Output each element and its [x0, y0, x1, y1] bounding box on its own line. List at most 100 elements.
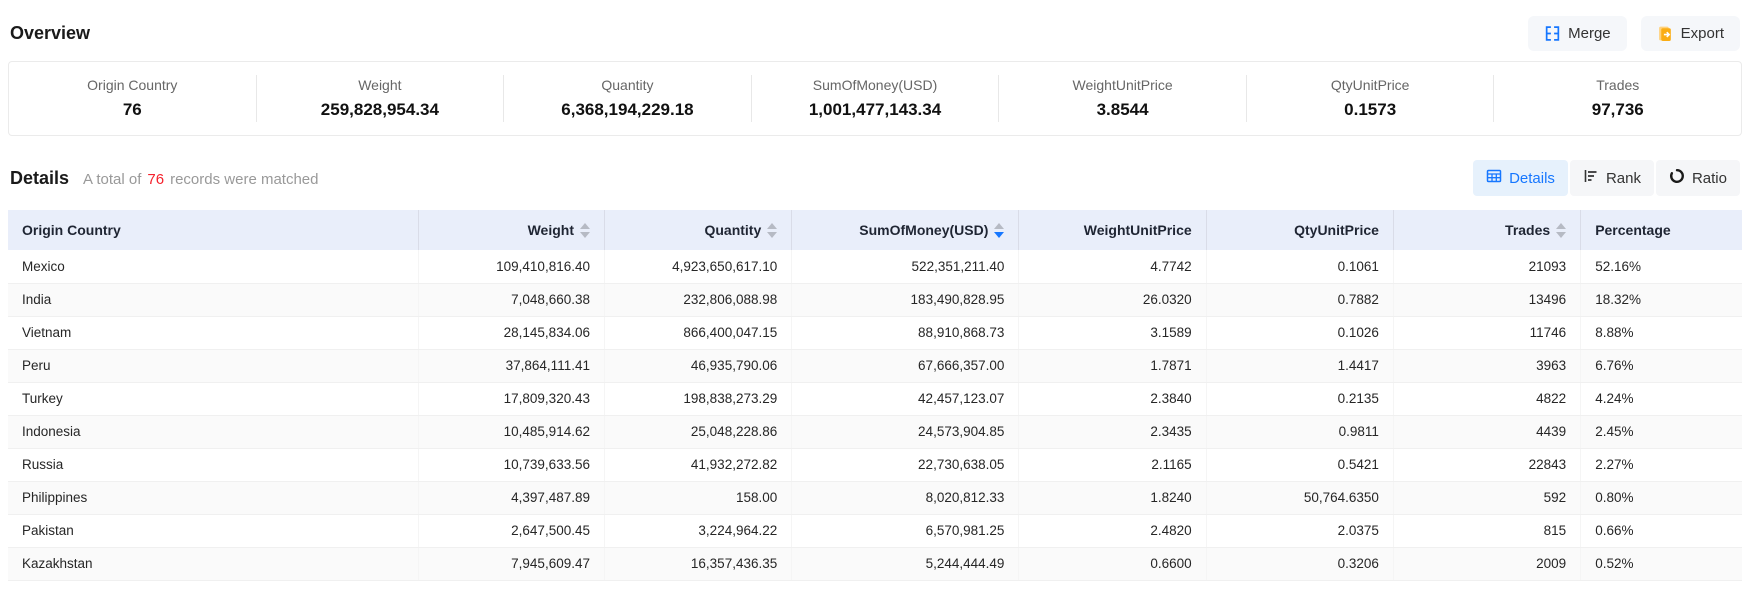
details-table: Origin CountryWeight Quantity SumOfMoney(U… — [8, 210, 1742, 581]
summary-item: Weight 259,828,954.34 — [256, 75, 504, 122]
column-header-sum-of-money-usd[interactable]: SumOfMoney(USD) — [792, 210, 1019, 250]
cell-percentage: 4.24% — [1581, 382, 1742, 415]
column-header-origin-country: Origin Country — [8, 210, 419, 250]
cell-qty-unit-price: 0.7882 — [1206, 283, 1393, 316]
cell-origin-country: Turkey — [8, 382, 419, 415]
view-button-ratio[interactable]: Ratio — [1656, 160, 1740, 196]
cell-weight-unit-price: 2.4820 — [1019, 514, 1206, 547]
cell-qty-unit-price: 2.0375 — [1206, 514, 1393, 547]
sort-caret-icon[interactable] — [580, 223, 590, 238]
column-header-quantity[interactable]: Quantity — [604, 210, 791, 250]
details-subtitle-prefix: A total of — [83, 171, 141, 188]
cell-origin-country: India — [8, 283, 419, 316]
column-label: Percentage — [1595, 222, 1670, 238]
table-row: India7,048,660.38232,806,088.98183,490,8… — [8, 283, 1742, 316]
cell-origin-country: Pakistan — [8, 514, 419, 547]
cell-quantity: 232,806,088.98 — [604, 283, 791, 316]
merge-button-label: Merge — [1568, 25, 1611, 42]
cell-qty-unit-price: 0.9811 — [1206, 415, 1393, 448]
details-subtitle-suffix: records were matched — [170, 171, 318, 188]
sort-caret-icon[interactable] — [1556, 223, 1566, 238]
column-header-weight[interactable]: Weight — [419, 210, 605, 250]
cell-quantity: 16,357,436.35 — [604, 547, 791, 580]
column-header-weight-unit-price: WeightUnitPrice — [1019, 210, 1206, 250]
view-button-ratio-label: Ratio — [1692, 170, 1727, 187]
cell-percentage: 0.52% — [1581, 547, 1742, 580]
cell-sum-of-money-usd: 67,666,357.00 — [792, 349, 1019, 382]
pie-chart-icon — [1669, 168, 1685, 188]
cell-origin-country: Mexico — [8, 250, 419, 283]
page-root: Overview Merge — [0, 0, 1750, 581]
summary-item-value: 97,736 — [1504, 100, 1731, 120]
cell-quantity: 25,048,228.86 — [604, 415, 791, 448]
export-button-label: Export — [1681, 25, 1724, 42]
cell-origin-country: Kazakhstan — [8, 547, 419, 580]
cell-trades: 11746 — [1393, 316, 1580, 349]
cell-weight-unit-price: 2.3840 — [1019, 382, 1206, 415]
summary-item-value: 0.1573 — [1257, 100, 1484, 120]
sort-caret-icon[interactable] — [994, 223, 1004, 238]
cell-trades: 21093 — [1393, 250, 1580, 283]
cell-trades: 22843 — [1393, 448, 1580, 481]
cell-qty-unit-price: 50,764.6350 — [1206, 481, 1393, 514]
summary-item: QtyUnitPrice 0.1573 — [1246, 75, 1494, 122]
cell-trades: 4822 — [1393, 382, 1580, 415]
column-label: QtyUnitPrice — [1294, 222, 1379, 238]
toolbar: Merge Export — [1528, 16, 1740, 51]
table-row: Peru37,864,111.4146,935,790.0667,666,357… — [8, 349, 1742, 382]
column-label: SumOfMoney(USD) — [859, 222, 988, 238]
record-count: 76 — [141, 171, 170, 188]
export-icon — [1657, 25, 1674, 42]
cell-trades: 592 — [1393, 481, 1580, 514]
cell-trades: 2009 — [1393, 547, 1580, 580]
cell-percentage: 8.88% — [1581, 316, 1742, 349]
column-header-qty-unit-price: QtyUnitPrice — [1206, 210, 1393, 250]
page-title: Overview — [10, 23, 90, 44]
cell-weight-unit-price: 4.7742 — [1019, 250, 1206, 283]
merge-icon — [1544, 25, 1561, 42]
table-header-row: Origin CountryWeight Quantity SumOfMoney(U… — [8, 210, 1742, 250]
view-button-rank[interactable]: Rank — [1570, 160, 1654, 196]
cell-weight-unit-price: 3.1589 — [1019, 316, 1206, 349]
table-row: Philippines4,397,487.89158.008,020,812.3… — [8, 481, 1742, 514]
summary-item-label: WeightUnitPrice — [1009, 77, 1236, 93]
table-row: Pakistan2,647,500.453,224,964.226,570,98… — [8, 514, 1742, 547]
cell-weight-unit-price: 1.7871 — [1019, 349, 1206, 382]
column-label: Trades — [1505, 222, 1550, 238]
summary-item: Origin Country 76 — [9, 75, 256, 122]
table-row: Kazakhstan7,945,609.4716,357,436.355,244… — [8, 547, 1742, 580]
summary-item-label: Weight — [267, 77, 494, 93]
cell-origin-country: Vietnam — [8, 316, 419, 349]
summary-item-value: 259,828,954.34 — [267, 100, 494, 120]
cell-percentage: 2.27% — [1581, 448, 1742, 481]
cell-qty-unit-price: 0.1026 — [1206, 316, 1393, 349]
cell-weight: 28,145,834.06 — [419, 316, 605, 349]
sort-caret-icon[interactable] — [767, 223, 777, 238]
cell-weight-unit-price: 0.6600 — [1019, 547, 1206, 580]
cell-trades: 815 — [1393, 514, 1580, 547]
table-body: Mexico109,410,816.404,923,650,617.10522,… — [8, 250, 1742, 580]
summary-item-label: Trades — [1504, 77, 1731, 93]
cell-qty-unit-price: 0.5421 — [1206, 448, 1393, 481]
cell-trades: 3963 — [1393, 349, 1580, 382]
cell-weight-unit-price: 1.8240 — [1019, 481, 1206, 514]
cell-sum-of-money-usd: 8,020,812.33 — [792, 481, 1019, 514]
cell-qty-unit-price: 0.3206 — [1206, 547, 1393, 580]
cell-percentage: 18.32% — [1581, 283, 1742, 316]
summary-item-value: 1,001,477,143.34 — [762, 100, 989, 120]
merge-button[interactable]: Merge — [1528, 16, 1627, 51]
cell-trades: 4439 — [1393, 415, 1580, 448]
view-button-details[interactable]: Details — [1473, 160, 1568, 196]
cell-qty-unit-price: 1.4417 — [1206, 349, 1393, 382]
column-header-trades[interactable]: Trades — [1393, 210, 1580, 250]
cell-quantity: 198,838,273.29 — [604, 382, 791, 415]
column-header-percentage: Percentage — [1581, 210, 1742, 250]
cell-sum-of-money-usd: 6,570,981.25 — [792, 514, 1019, 547]
cell-sum-of-money-usd: 24,573,904.85 — [792, 415, 1019, 448]
export-button[interactable]: Export — [1641, 16, 1740, 51]
cell-percentage: 2.45% — [1581, 415, 1742, 448]
column-label: Quantity — [704, 222, 761, 238]
cell-origin-country: Peru — [8, 349, 419, 382]
view-switcher: Details Rank Ratio — [1473, 160, 1740, 196]
details-subtitle: A total of76records were matched — [83, 171, 318, 188]
